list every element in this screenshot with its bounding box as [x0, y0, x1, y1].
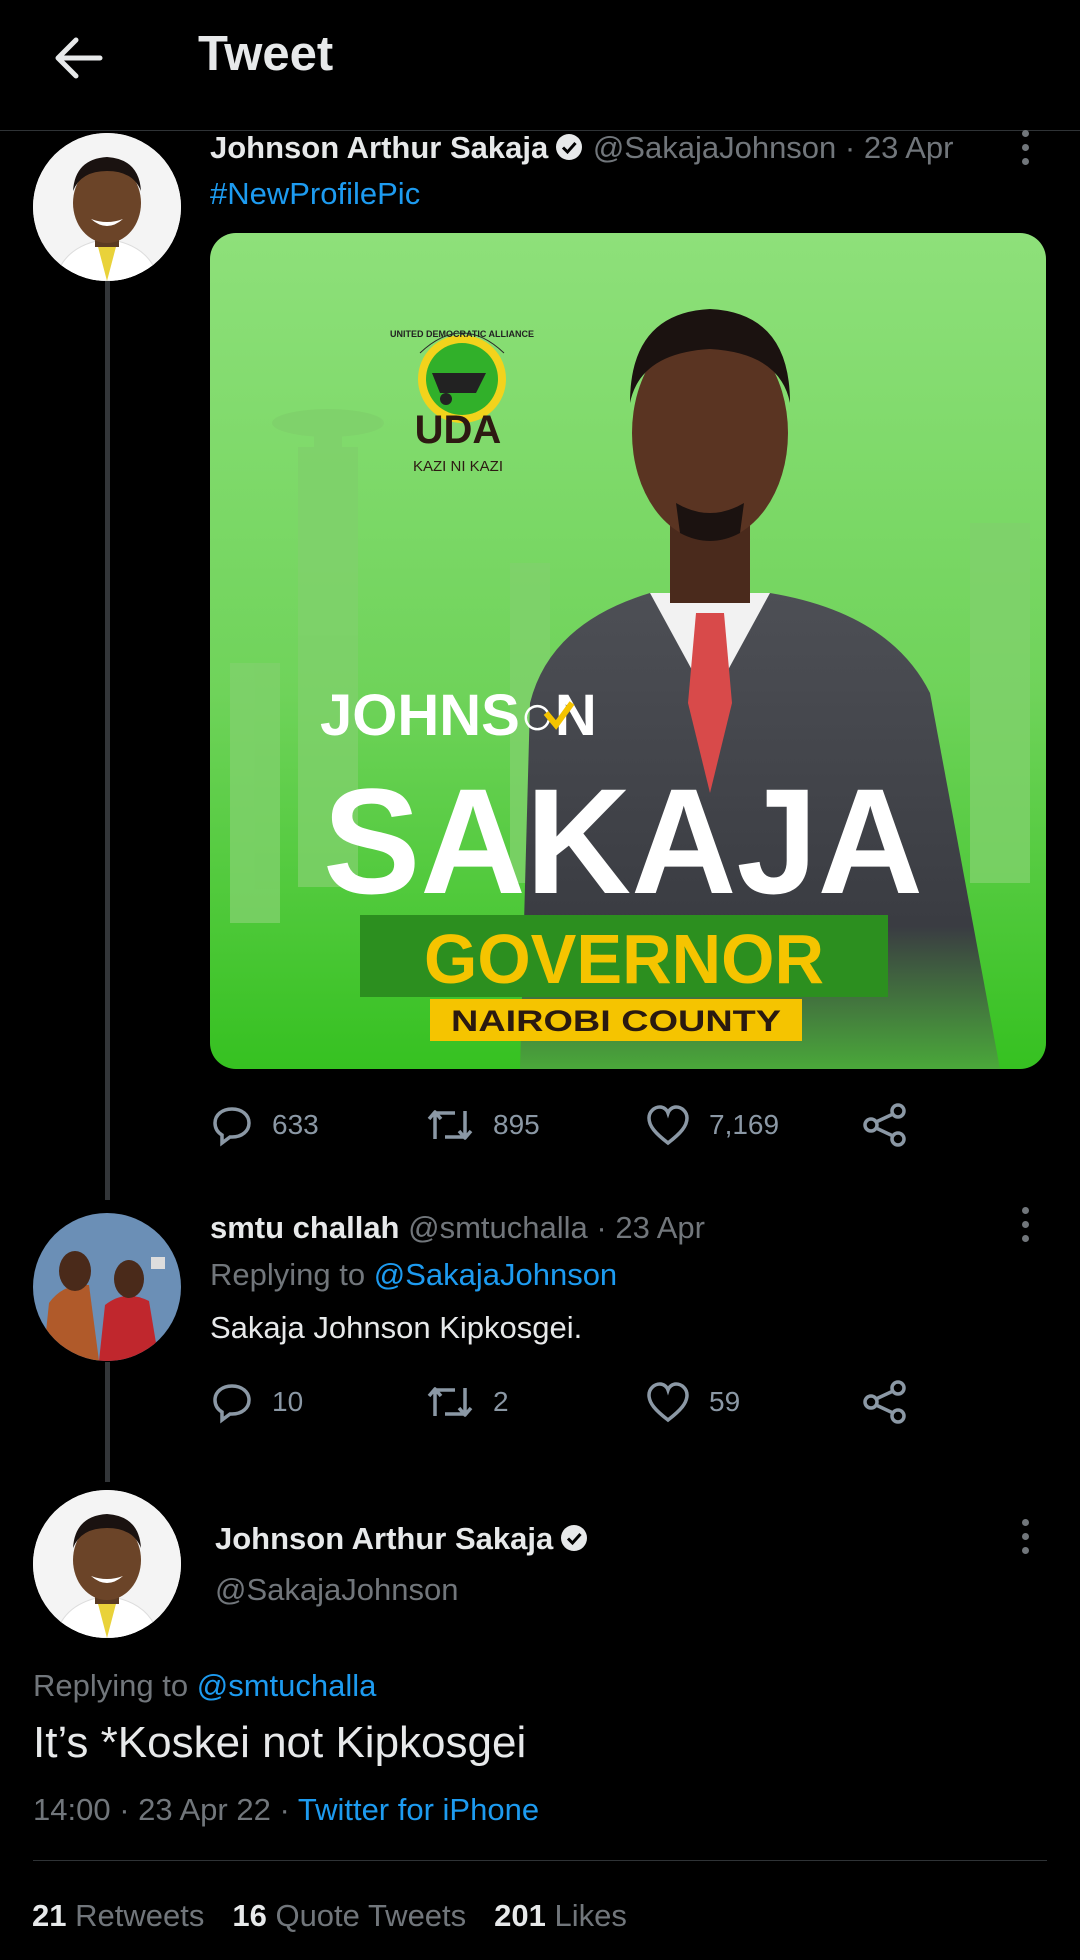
campaign-poster: UNITED DEMOCRATIC ALLIANCE UDA KAZI NI K… — [210, 233, 1046, 1069]
back-arrow-icon[interactable] — [48, 28, 108, 88]
more-options-icon[interactable] — [1018, 1517, 1032, 1557]
mention-link[interactable]: @smtuchalla — [197, 1668, 377, 1703]
page-title: Tweet — [198, 27, 334, 81]
avatar[interactable] — [33, 1490, 181, 1638]
retweet-button[interactable]: 2 — [425, 1377, 509, 1427]
replying-to: Replying to @smtuchalla — [33, 1668, 376, 1704]
retweet-count: 895 — [493, 1109, 540, 1140]
author-name[interactable]: Johnson Arthur Sakaja — [210, 130, 548, 165]
reply-count: 10 — [272, 1386, 304, 1417]
tweet-date[interactable]: · 23 Apr — [845, 130, 954, 165]
tweet-source[interactable]: Twitter for iPhone — [298, 1792, 539, 1827]
author-handle[interactable]: @SakajaJohnson — [593, 130, 836, 165]
mention-link[interactable]: @SakajaJohnson — [374, 1257, 617, 1292]
thread-line — [105, 1362, 110, 1482]
thread-line — [105, 280, 110, 1200]
reply-count: 633 — [272, 1109, 319, 1140]
share-icon — [863, 1380, 906, 1424]
like-count: 7,169 — [709, 1109, 780, 1140]
tweet-header: smtu challah @smtuchalla · 23 Apr — [210, 1210, 705, 1246]
retweet-button[interactable]: 895 — [425, 1100, 540, 1150]
retweets-count: 21 — [32, 1898, 67, 1933]
top-bar: Tweet — [0, 0, 1080, 131]
poster-role: GOVERNOR — [424, 920, 824, 998]
quotes-count: 16 — [232, 1898, 267, 1933]
likes-count: 201 — [494, 1898, 546, 1933]
avatar[interactable] — [33, 1213, 181, 1361]
author-name[interactable]: smtu challah — [210, 1210, 400, 1245]
avatar[interactable] — [33, 133, 181, 281]
like-button[interactable]: 59 — [645, 1377, 740, 1427]
like-icon — [647, 1105, 689, 1146]
tweet-media-image[interactable]: UNITED DEMOCRATIC ALLIANCE UDA KAZI NI K… — [210, 233, 1046, 1069]
retweet-count: 2 — [493, 1386, 509, 1417]
likes-stat[interactable]: 201 Likes — [494, 1898, 627, 1933]
avatar-photo — [33, 133, 181, 281]
tweet-actions: 633 895 7,169 — [210, 1100, 930, 1150]
retweet-icon — [427, 1110, 473, 1140]
author-handle[interactable]: @SakajaJohnson — [215, 1572, 458, 1608]
replying-label: Replying to — [33, 1668, 189, 1703]
tweet-date[interactable]: · 23 Apr — [596, 1210, 705, 1245]
logo-slogan-text: KAZI NI KAZI — [413, 458, 503, 475]
divider — [33, 1860, 1047, 1861]
poster-first-name: JOHNS○N — [320, 683, 597, 748]
verified-badge-icon — [561, 1525, 588, 1551]
tweet-actions: 10 2 59 — [210, 1377, 930, 1427]
replying-label: Replying to — [210, 1257, 366, 1292]
main-author: Johnson Arthur Sakaja — [215, 1521, 589, 1557]
avatar-photo — [33, 1213, 181, 1361]
like-icon — [647, 1382, 689, 1423]
like-button[interactable]: 7,169 — [645, 1100, 779, 1150]
tweet-text: Sakaja Johnson Kipkosgei. — [210, 1310, 583, 1345]
quotes-label: Quote Tweets — [275, 1898, 467, 1933]
share-icon — [863, 1103, 906, 1147]
tweet-timestamp[interactable]: 14:00 · 23 Apr 22 · — [33, 1792, 290, 1827]
logo-arc-text: UNITED DEMOCRATIC ALLIANCE — [390, 329, 534, 339]
tweet-header: Johnson Arthur Sakaja @SakajaJohnson · 2… — [210, 130, 953, 166]
retweets-stat[interactable]: 21 Retweets — [32, 1898, 204, 1933]
replying-to: Replying to @SakajaJohnson — [210, 1257, 617, 1293]
quote-tweets-stat[interactable]: 16 Quote Tweets — [232, 1898, 466, 1933]
share-button[interactable] — [862, 1377, 908, 1427]
reply-icon — [213, 1107, 251, 1147]
main-tweet-text: It’s *Koskei not Kipkosgei — [33, 1718, 527, 1767]
reply-icon — [213, 1384, 251, 1424]
author-name[interactable]: Johnson Arthur Sakaja — [215, 1521, 553, 1556]
more-options-icon[interactable] — [1018, 128, 1032, 168]
hashtag-link[interactable]: #NewProfilePic — [210, 176, 420, 212]
avatar-photo — [33, 1490, 181, 1638]
likes-label: Likes — [554, 1898, 627, 1933]
poster-county: NAIROBI COUNTY — [451, 1005, 781, 1038]
reply-button[interactable]: 633 — [210, 1100, 319, 1150]
more-options-icon[interactable] — [1018, 1205, 1032, 1245]
share-button[interactable] — [862, 1100, 908, 1150]
retweets-label: Retweets — [75, 1898, 205, 1933]
engagement-stats: 21 Retweets 16 Quote Tweets 201 Likes — [32, 1898, 627, 1934]
tweet-meta: 14:00 · 23 Apr 22 · Twitter for iPhone — [33, 1792, 539, 1828]
logo-party-text: UDA — [415, 408, 502, 452]
like-count: 59 — [709, 1386, 741, 1417]
verified-badge-icon — [556, 134, 583, 160]
retweet-icon — [427, 1387, 473, 1417]
poster-last-name: SAKAJA — [323, 757, 923, 925]
author-handle[interactable]: @smtuchalla — [408, 1210, 588, 1245]
reply-button[interactable]: 10 — [210, 1377, 303, 1427]
